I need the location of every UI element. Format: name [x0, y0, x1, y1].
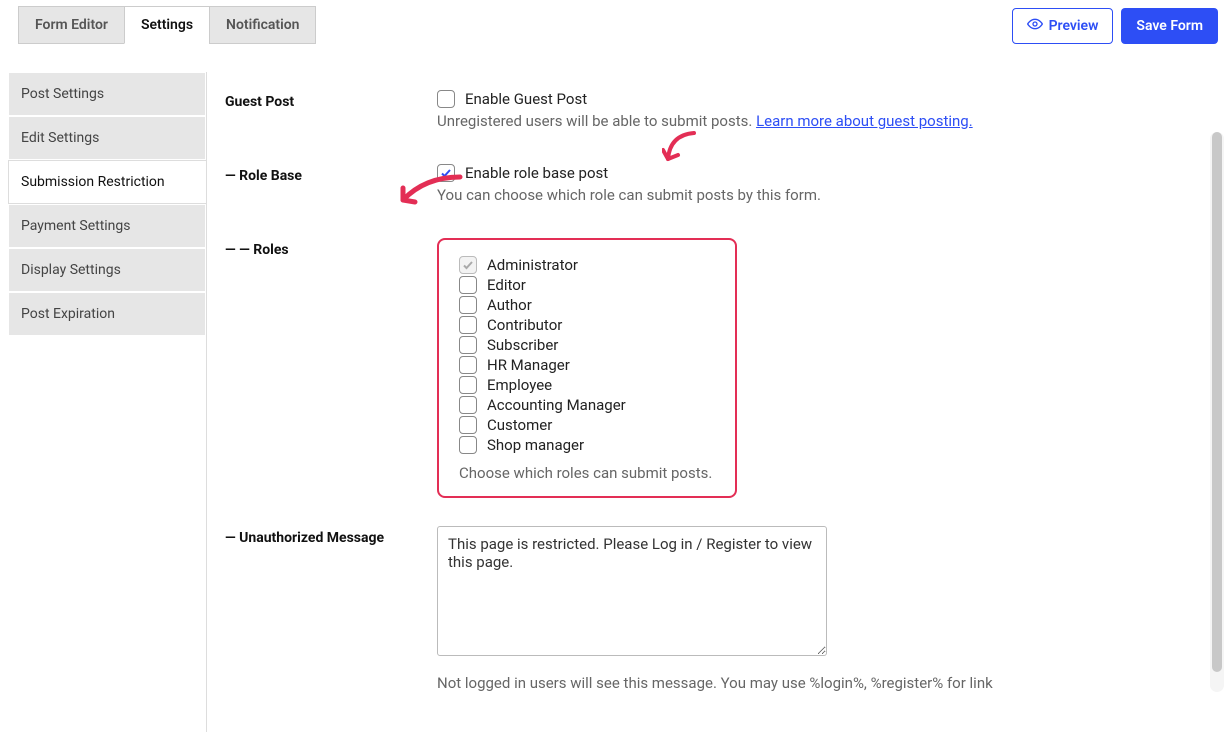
role-checkbox[interactable]: [459, 396, 477, 414]
role-label: Customer: [487, 416, 552, 434]
tab-settings[interactable]: Settings: [124, 6, 210, 44]
role-checkbox[interactable]: [459, 356, 477, 374]
main-panel: Guest Post Enable Guest Post Unregistere…: [206, 72, 1218, 732]
role-checkbox[interactable]: [459, 276, 477, 294]
roles-highlight-box: Administrator Editor Author Contributor Subs…: [437, 238, 737, 498]
role-label: Shop manager: [487, 436, 584, 454]
role-item: Subscriber: [459, 336, 715, 354]
save-form-button[interactable]: Save Form: [1121, 8, 1218, 44]
role-item: Author: [459, 296, 715, 314]
checkbox-enable-role-base-post-label: Enable role base post: [465, 164, 608, 182]
top-actions: Preview Save Form: [1012, 6, 1218, 44]
role-item: HR Manager: [459, 356, 715, 374]
role-item: Contributor: [459, 316, 715, 334]
role-checkbox[interactable]: [459, 336, 477, 354]
scrollbar-thumb[interactable]: [1212, 132, 1222, 672]
label-guest-post: Guest Post: [207, 90, 437, 110]
roles-list: Administrator Editor Author Contributor Subs…: [459, 256, 715, 454]
roles-help: Choose which roles can submit posts.: [459, 464, 715, 482]
role-checkbox[interactable]: [459, 296, 477, 314]
eye-icon: [1027, 16, 1043, 36]
label-unauthorized-message: — Unauthorized Message: [207, 526, 437, 546]
role-checkbox[interactable]: [459, 416, 477, 434]
role-label: Accounting Manager: [487, 396, 626, 414]
settings-sidebar: Post Settings Edit Settings Submission R…: [8, 72, 206, 732]
role-label: Subscriber: [487, 336, 558, 354]
role-item: Employee: [459, 376, 715, 394]
role-checkbox[interactable]: [459, 316, 477, 334]
role-base-help: You can choose which role can submit pos…: [437, 186, 1178, 204]
role-label: Editor: [487, 276, 526, 294]
role-label: Contributor: [487, 316, 562, 334]
unauthorized-message-help: Not logged in users will see this messag…: [437, 674, 1178, 692]
checkbox-enable-guest-post-label: Enable Guest Post: [465, 90, 587, 108]
role-checkbox: [459, 256, 477, 274]
role-label: Administrator: [487, 256, 578, 274]
guest-post-help-text: Unregistered users will be able to submi…: [437, 112, 756, 130]
preview-button[interactable]: Preview: [1012, 8, 1114, 44]
role-item: Administrator: [459, 256, 715, 274]
unauthorized-message-textarea[interactable]: [437, 526, 827, 656]
top-tabs: Form Editor Settings Notification: [18, 6, 315, 44]
checkbox-enable-guest-post[interactable]: [437, 90, 455, 108]
sidebar-item-payment-settings[interactable]: Payment Settings: [8, 204, 206, 248]
sidebar-item-submission-restriction[interactable]: Submission Restriction: [8, 160, 206, 204]
sidebar-item-post-settings[interactable]: Post Settings: [8, 72, 206, 116]
checkbox-enable-role-base-post[interactable]: [437, 164, 455, 182]
role-checkbox[interactable]: [459, 376, 477, 394]
label-roles: — — Roles: [207, 238, 437, 258]
role-checkbox[interactable]: [459, 436, 477, 454]
scrollbar[interactable]: [1210, 132, 1224, 692]
preview-label: Preview: [1049, 18, 1099, 34]
label-role-base: — Role Base: [207, 164, 437, 184]
role-label: HR Manager: [487, 356, 570, 374]
role-item: Editor: [459, 276, 715, 294]
role-label: Author: [487, 296, 532, 314]
role-item: Customer: [459, 416, 715, 434]
role-label: Employee: [487, 376, 552, 394]
sidebar-item-edit-settings[interactable]: Edit Settings: [8, 116, 206, 160]
sidebar-item-post-expiration[interactable]: Post Expiration: [8, 292, 206, 336]
tab-notification[interactable]: Notification: [209, 6, 316, 44]
role-item: Accounting Manager: [459, 396, 715, 414]
sidebar-item-display-settings[interactable]: Display Settings: [8, 248, 206, 292]
role-item: Shop manager: [459, 436, 715, 454]
guest-post-help: Unregistered users will be able to submi…: [437, 112, 1178, 130]
learn-more-guest-posting-link[interactable]: Learn more about guest posting.: [756, 112, 973, 130]
tab-form-editor[interactable]: Form Editor: [18, 6, 125, 44]
